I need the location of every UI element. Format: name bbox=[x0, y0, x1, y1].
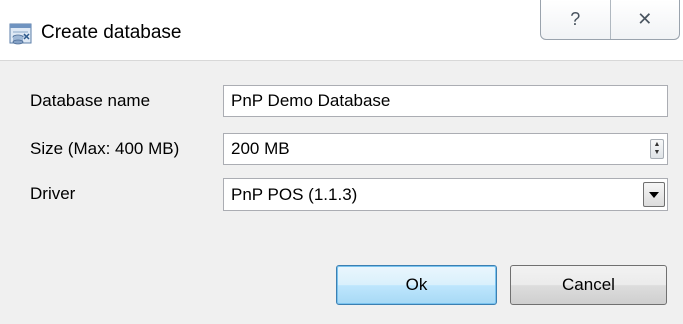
caption-buttons: ? ✕ bbox=[540, 0, 680, 40]
cancel-button-label: Cancel bbox=[562, 275, 615, 294]
help-button[interactable]: ? bbox=[541, 0, 610, 39]
cancel-button[interactable]: Cancel bbox=[510, 265, 667, 305]
chevron-down-icon bbox=[649, 191, 659, 198]
title-bar[interactable]: Create database ? ✕ bbox=[0, 0, 683, 60]
spin-arrows-icon[interactable]: ▲ ▼ bbox=[650, 139, 664, 159]
dropdown-button[interactable] bbox=[643, 182, 665, 207]
size-stepper[interactable]: 200 MB ▲ ▼ bbox=[223, 133, 668, 165]
window-title: Create database bbox=[41, 22, 182, 43]
database-name-value: PnP Demo Database bbox=[231, 91, 391, 110]
driver-select[interactable]: PnP POS (1.1.3) bbox=[223, 178, 668, 211]
ok-button[interactable]: Ok bbox=[336, 265, 497, 305]
close-button[interactable]: ✕ bbox=[609, 0, 680, 39]
database-icon bbox=[9, 22, 33, 46]
size-label: Size (Max: 400 MB) bbox=[30, 139, 180, 158]
driver-label: Driver bbox=[30, 184, 76, 203]
close-icon: ✕ bbox=[637, 9, 653, 29]
size-value: 200 MB bbox=[231, 139, 290, 158]
help-icon: ? bbox=[570, 9, 581, 29]
driver-value: PnP POS (1.1.3) bbox=[231, 185, 358, 204]
database-name-label: Database name bbox=[30, 91, 151, 110]
ok-button-label: Ok bbox=[405, 275, 428, 294]
database-name-input[interactable]: PnP Demo Database bbox=[223, 85, 668, 117]
